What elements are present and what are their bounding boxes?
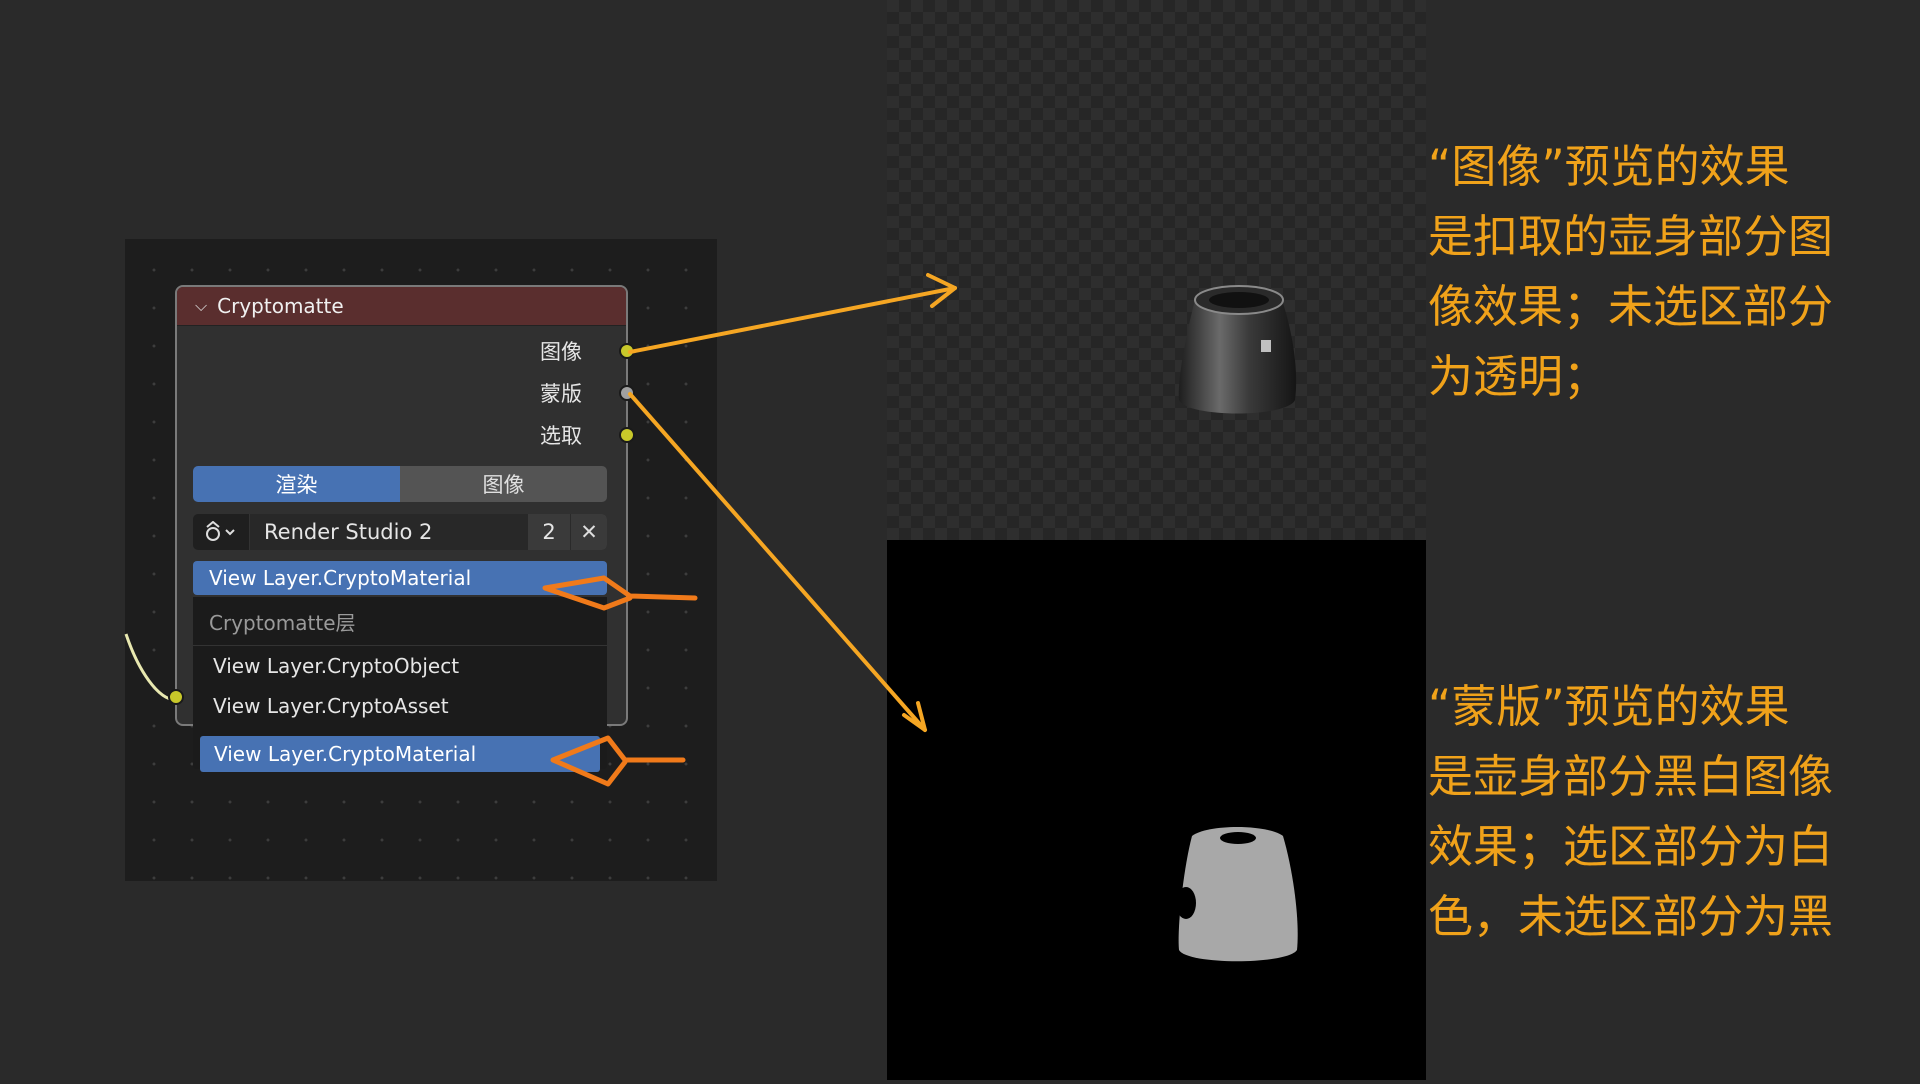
caption-line: “图像”预览的效果: [1428, 140, 1790, 193]
dropdown-header: Cryptomatte层: [193, 597, 607, 646]
matte-preview: [887, 540, 1426, 1080]
caption-line: 是扣取的壶身部分图: [1428, 210, 1834, 263]
layer-field[interactable]: View Layer.CryptoMaterial: [193, 561, 607, 595]
scene-icon[interactable]: [193, 514, 250, 550]
output-image-socket[interactable]: [619, 343, 635, 359]
output-image-label: 图像: [540, 340, 582, 364]
image-preview: [887, 0, 1426, 540]
caption-line: 色，未选区部分为黑: [1428, 890, 1834, 943]
scene-selector: Render Studio 2 2 ✕: [193, 514, 607, 550]
output-pick-socket[interactable]: [619, 427, 635, 443]
node-title: Cryptomatte: [217, 294, 344, 318]
scene-user-count[interactable]: 2: [528, 514, 570, 550]
scene-name[interactable]: Render Studio 2: [250, 514, 528, 550]
output-matte-socket[interactable]: [619, 385, 635, 401]
close-icon[interactable]: ✕: [570, 514, 607, 550]
chevron-down-icon[interactable]: ⌵: [195, 296, 207, 316]
output-matte-label: 蒙版: [540, 382, 582, 406]
output-matte-row: 蒙版: [540, 378, 628, 408]
caption-line: “蒙版”预览的效果: [1428, 680, 1790, 733]
dropdown-item[interactable]: View Layer.CryptoAsset: [193, 686, 607, 726]
input-socket[interactable]: [168, 689, 184, 705]
kettle-body-render: [1178, 285, 1297, 414]
caption-matte-effect: “蒙版”预览的效果 是壶身部分黑白图像 效果；选区部分为白 色，未选区部分为黑: [1428, 672, 1920, 952]
kettle-matte-shape: [1176, 827, 1298, 962]
tab-render[interactable]: 渲染: [193, 466, 400, 502]
node-header[interactable]: ⌵ Cryptomatte: [177, 287, 626, 326]
caption-image-effect: “图像”预览的效果 是扣取的壶身部分图 像效果；未选区部分 为透明；: [1428, 132, 1920, 412]
tab-image[interactable]: 图像: [400, 466, 607, 502]
source-tabs: 渲染 图像: [193, 466, 607, 502]
dropdown-item[interactable]: View Layer.CryptoObject: [193, 646, 607, 686]
caption-line: 像效果；未选区部分: [1428, 280, 1834, 333]
caption-line: 为透明；: [1428, 350, 1609, 403]
dropdown-item-selected[interactable]: View Layer.CryptoMaterial: [200, 736, 600, 772]
output-pick-label: 选取: [540, 424, 582, 448]
caption-line: 效果；选区部分为白: [1428, 820, 1834, 873]
caption-line: 是壶身部分黑白图像: [1428, 750, 1834, 803]
output-pick-row: 选取: [540, 420, 628, 450]
output-image-row: 图像: [540, 336, 628, 366]
